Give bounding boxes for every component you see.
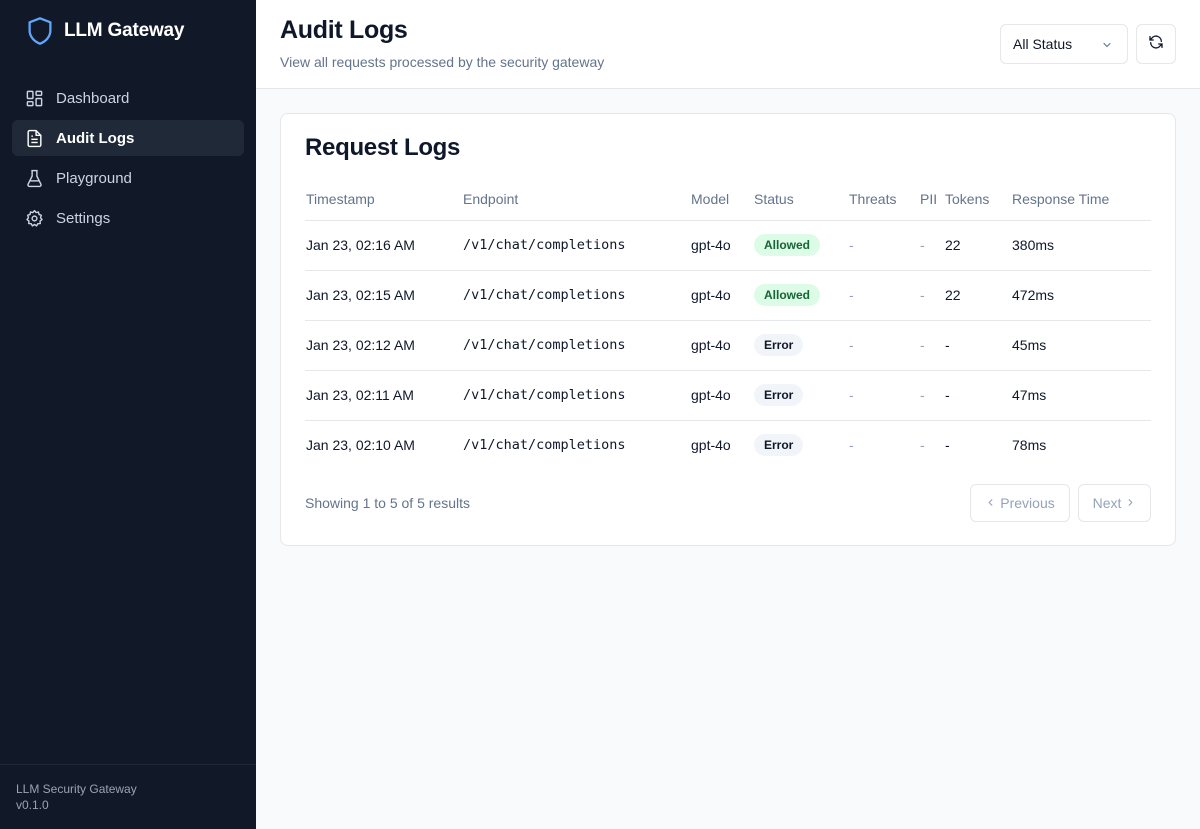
chevron-left-icon (985, 495, 996, 511)
sidebar-item-audit-logs[interactable]: Audit Logs (12, 120, 244, 156)
cell-tokens: 22 (944, 270, 1011, 321)
card-title: Request Logs (305, 134, 461, 161)
sidebar-nav: Dashboard Audit Logs Playground Settings (12, 80, 244, 240)
previous-page-button[interactable]: Previous (970, 484, 1070, 522)
brand[interactable]: LLM Gateway (26, 16, 184, 46)
sidebar-item-playground[interactable]: Playground (12, 160, 244, 196)
chevron-right-icon (1125, 495, 1136, 511)
cell-timestamp: Jan 23, 02:12 AM (305, 320, 462, 371)
cell-status: Allowed (753, 270, 848, 321)
app-name: LLM Security Gateway (16, 782, 137, 796)
refresh-icon (1148, 34, 1164, 55)
cell-pii: - (919, 220, 944, 271)
cell-threats: - (848, 370, 919, 421)
status-badge: Allowed (754, 284, 821, 306)
status-badge: Error (754, 434, 804, 457)
table-row[interactable]: Jan 23, 02:12 AM /v1/chat/completions gp… (305, 320, 1151, 371)
status-badge: Error (754, 334, 804, 356)
sidebar-item-label: Settings (56, 209, 111, 227)
sidebar-item-label: Playground (56, 169, 132, 187)
table-row[interactable]: Jan 23, 02:11 AM /v1/chat/completions gp… (305, 370, 1151, 421)
table-row[interactable]: Jan 23, 02:10 AM /v1/chat/completions gp… (305, 420, 1151, 470)
sidebar-item-dashboard[interactable]: Dashboard (12, 80, 244, 116)
next-label: Next (1092, 495, 1122, 511)
cell-model: gpt-4o (690, 320, 753, 371)
cell-response-time: 78ms (1012, 437, 1047, 454)
cell-timestamp: Jan 23, 02:11 AM (305, 370, 462, 421)
cell-model: gpt-4o (690, 370, 753, 421)
cell-tokens: - (944, 370, 1011, 421)
gear-icon (24, 208, 44, 228)
cell-tokens: 22 (944, 220, 1011, 271)
sidebar: LLM Gateway Dashboard Audit Logs Playgro… (0, 0, 256, 829)
results-summary: Showing 1 to 5 of 5 results (305, 495, 470, 511)
logs-table: Timestamp Endpoint Model Status Threats … (305, 178, 1151, 470)
chevron-down-icon (1101, 38, 1113, 54)
cell-pii: - (920, 437, 925, 454)
cell-tokens: - (945, 437, 950, 454)
cell-endpoint: /v1/chat/completions (462, 370, 690, 421)
col-pii[interactable]: PII (919, 178, 944, 221)
cell-pii: - (919, 270, 944, 321)
cell-model: gpt-4o (690, 220, 753, 271)
cell-threats: - (848, 270, 919, 321)
status-badge: Error (754, 384, 804, 406)
page-title: Audit Logs (280, 16, 408, 44)
col-timestamp[interactable]: Timestamp (305, 178, 462, 221)
col-tokens[interactable]: Tokens (944, 178, 1011, 221)
cell-response-time: 47ms (1011, 370, 1151, 421)
col-model[interactable]: Model (690, 178, 753, 221)
dashboard-icon (24, 88, 44, 108)
cell-tokens: - (944, 320, 1011, 371)
cell-endpoint: /v1/chat/completions (462, 320, 690, 371)
page-subtitle: View all requests processed by the secur… (280, 54, 605, 70)
shield-icon (26, 16, 54, 46)
cell-threats: - (849, 437, 854, 454)
cell-status: Error (753, 370, 848, 421)
status-badge: Allowed (754, 234, 821, 256)
col-response-time[interactable]: Response Time (1011, 178, 1151, 221)
flask-icon (24, 168, 44, 188)
cell-model: gpt-4o (690, 270, 753, 321)
app-version: v0.1.0 (16, 798, 49, 812)
col-status[interactable]: Status (753, 178, 848, 221)
table-header-row: Timestamp Endpoint Model Status Threats … (305, 178, 1151, 221)
table-row[interactable]: Jan 23, 02:15 AM /v1/chat/completions gp… (305, 270, 1151, 321)
brand-title: LLM Gateway (64, 20, 185, 41)
cell-endpoint: /v1/chat/completions (463, 437, 626, 454)
cell-timestamp: Jan 23, 02:15 AM (305, 270, 462, 321)
table-row[interactable]: Jan 23, 02:16 AM /v1/chat/completions gp… (305, 220, 1151, 271)
cell-endpoint: /v1/chat/completions (462, 220, 690, 271)
col-endpoint[interactable]: Endpoint (462, 178, 690, 221)
cell-model: gpt-4o (691, 437, 731, 454)
cell-pii: - (919, 320, 944, 371)
page-header: Audit Logs View all requests processed b… (256, 0, 1200, 89)
cell-pii: - (919, 370, 944, 421)
sidebar-item-label: Audit Logs (56, 129, 135, 147)
cell-timestamp: Jan 23, 02:16 AM (305, 220, 462, 271)
cell-status: Allowed (753, 220, 848, 271)
sidebar-item-settings[interactable]: Settings (12, 200, 244, 236)
col-threats[interactable]: Threats (848, 178, 919, 221)
next-page-button[interactable]: Next (1078, 484, 1151, 522)
status-filter-select[interactable]: All Status (1000, 24, 1128, 64)
cell-threats: - (848, 220, 919, 271)
cell-endpoint: /v1/chat/completions (462, 270, 690, 321)
previous-label: Previous (1000, 495, 1055, 511)
cell-response-time: 472ms (1011, 270, 1151, 321)
cell-timestamp: Jan 23, 02:10 AM (306, 437, 415, 454)
request-logs-card: Request Logs Timestamp Endpoint Model St… (280, 113, 1176, 546)
cell-response-time: 380ms (1011, 220, 1151, 271)
cell-threats: - (848, 320, 919, 371)
file-text-icon (24, 128, 44, 148)
sidebar-footer: LLM Security Gateway v0.1.0 (0, 764, 256, 829)
sidebar-item-label: Dashboard (56, 89, 130, 107)
status-filter-value: All Status (1013, 36, 1073, 52)
cell-response-time: 45ms (1011, 320, 1151, 371)
cell-status: Error (753, 420, 848, 470)
cell-status: Error (753, 320, 848, 371)
refresh-button[interactable] (1136, 24, 1176, 64)
